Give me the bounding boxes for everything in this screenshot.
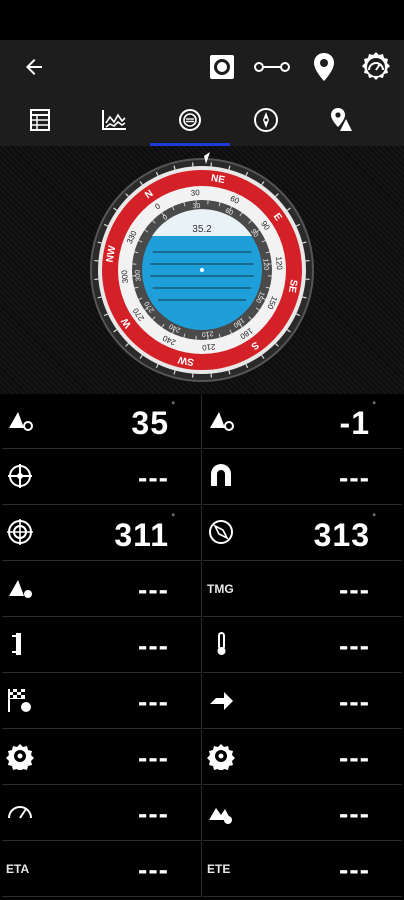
outer-degree-label: 30 [190, 188, 200, 198]
toolbar [0, 40, 404, 94]
speedometer-icon [6, 798, 34, 826]
compass-dial[interactable]: 35.2 3300306090120150180210240270300 030… [0, 146, 404, 394]
cell-value: --- [138, 742, 169, 773]
gauge-settings-button[interactable] [354, 40, 398, 94]
tab-waypoint[interactable] [302, 94, 382, 146]
status-bar [0, 0, 404, 40]
data-cell[interactable]: 35 ° [2, 394, 202, 449]
data-grid: 35 ° -1 ° --- --- 311 ° 313 ° --- TMG --- --- --- --- --… [0, 394, 404, 900]
tab-table[interactable] [0, 94, 80, 146]
inner-degree-label: 120 [261, 258, 269, 270]
outer-degree-label: 300 [120, 269, 130, 284]
cell-label: TMG [207, 582, 234, 596]
cell-value: 311 [114, 517, 169, 553]
cell-value: --- [138, 686, 169, 717]
cell-value: -1 [339, 405, 370, 441]
cell-value: --- [339, 462, 370, 493]
compass-icon [254, 108, 278, 132]
route-button[interactable] [250, 40, 294, 94]
cell-value: --- [339, 798, 370, 829]
cell-label: ETA [6, 862, 30, 876]
back-button[interactable] [12, 40, 56, 94]
tab-bar [0, 94, 404, 147]
data-cell[interactable]: ETA --- [2, 842, 202, 897]
cell-value: --- [138, 630, 169, 661]
data-cell[interactable]: --- [203, 674, 402, 729]
boat-speed-icon [6, 574, 34, 602]
compass-panel: 35.2 330 0 30 60 90 120 150 180 210 240 270 300 0 30… [0, 146, 404, 394]
compass-needle-icon [207, 518, 235, 546]
data-cell[interactable]: --- [2, 562, 202, 617]
finish-flag-icon [6, 686, 34, 714]
data-cell[interactable]: --- [203, 786, 402, 841]
cell-unit: ° [171, 400, 175, 410]
cell-label: ETE [207, 862, 231, 876]
crosshair-icon [6, 462, 34, 490]
compass-dial-icon [179, 109, 201, 131]
depth-icon [6, 630, 34, 658]
inner-degree-label: 300 [135, 269, 143, 281]
gear-icon [207, 742, 235, 772]
data-cell[interactable]: 313 ° [203, 506, 402, 561]
inner-degree-label: 210 [201, 329, 213, 337]
cardinal-label: SE [286, 278, 299, 293]
arrow-right-icon [207, 686, 235, 714]
cell-unit: ° [171, 512, 175, 522]
inner-degree-label: 30 [192, 203, 200, 211]
magnet-icon [207, 462, 235, 490]
compass-bearing: 35.2 [192, 224, 212, 235]
data-cell[interactable]: --- [2, 674, 202, 729]
outer-degree-label: 120 [274, 256, 284, 271]
cell-value: --- [339, 686, 370, 717]
wave-icon [207, 798, 235, 826]
cell-value: --- [339, 574, 370, 605]
thermometer-icon [207, 630, 235, 658]
data-cell[interactable]: --- [2, 618, 202, 673]
cell-value: 35 [131, 405, 169, 441]
compass-center-dot [200, 268, 204, 272]
route-icon [254, 62, 290, 72]
cell-value: --- [138, 574, 169, 605]
tab-compass-dial[interactable] [150, 94, 230, 146]
waypoint-icon [331, 108, 352, 131]
data-cell[interactable]: --- [2, 786, 202, 841]
outer-degree-label: 210 [201, 342, 216, 352]
cell-value: --- [138, 462, 169, 493]
boat-heading-icon [6, 406, 34, 434]
cell-unit: ° [372, 512, 376, 522]
cell-value: --- [138, 854, 169, 885]
data-cell[interactable]: --- [2, 450, 202, 505]
cell-value: --- [339, 630, 370, 661]
data-cell[interactable]: --- [2, 730, 202, 785]
cell-value: 313 [313, 517, 370, 553]
cell-unit: ° [372, 400, 376, 410]
chart-icon [102, 110, 126, 130]
data-cell[interactable]: --- [203, 618, 402, 673]
location-button[interactable] [302, 40, 346, 94]
record-icon [210, 55, 234, 79]
cell-value: --- [339, 742, 370, 773]
data-cell[interactable]: TMG --- [203, 562, 402, 617]
location-pin-icon [314, 53, 334, 81]
boat-heading-icon [207, 406, 235, 434]
data-cell[interactable]: ETE --- [203, 842, 402, 897]
gauge-settings-icon [362, 52, 390, 80]
data-cell[interactable]: --- [203, 450, 402, 505]
data-cell[interactable]: 311 ° [2, 506, 202, 561]
target-icon [6, 518, 34, 546]
data-cell[interactable]: -1 ° [203, 394, 402, 449]
cell-value: --- [138, 798, 169, 829]
table-icon [30, 109, 50, 131]
tab-chart[interactable] [74, 94, 154, 146]
record-button[interactable] [200, 40, 244, 94]
cell-value: --- [339, 854, 370, 885]
data-cell[interactable]: --- [203, 730, 402, 785]
arrow-left-icon [26, 59, 42, 75]
gear-icon [6, 742, 34, 772]
tab-compass[interactable] [226, 94, 306, 146]
